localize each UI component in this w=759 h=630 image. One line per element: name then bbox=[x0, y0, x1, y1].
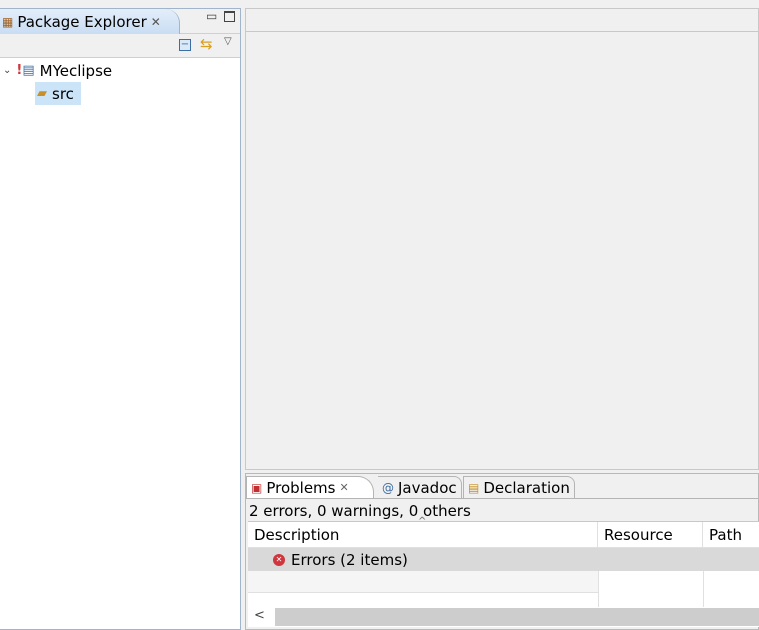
problems-table: Description ^ Resource Path ✕ Errors (2 i… bbox=[248, 516, 759, 608]
tab-problems[interactable]: ▣ Problems ✕ bbox=[246, 476, 374, 498]
scroll-left-icon[interactable]: < bbox=[254, 608, 265, 623]
tab-label: Javadoc bbox=[398, 478, 457, 497]
javadoc-at-icon: @ bbox=[382, 480, 394, 495]
problems-summary: 2 errors, 0 warnings, 0 others bbox=[249, 502, 471, 520]
editor-area bbox=[245, 8, 759, 470]
column-resource[interactable]: Resource bbox=[598, 522, 703, 547]
scrollbar-thumb[interactable] bbox=[275, 608, 759, 626]
view-tabbar: ▦ Package Explorer ✕ ▭ bbox=[0, 9, 240, 34]
column-description[interactable]: Description ^ bbox=[248, 516, 598, 547]
tab-javadoc[interactable]: @ Javadoc bbox=[378, 476, 462, 498]
tree-item-src[interactable]: ▰ src bbox=[35, 82, 81, 105]
editor-tabbar bbox=[246, 9, 758, 32]
tab-label: Package Explorer bbox=[17, 12, 147, 31]
tree-item-label: MYeclipse bbox=[39, 61, 113, 80]
sort-ascending-icon: ^ bbox=[418, 516, 427, 527]
declaration-icon: ▤ bbox=[468, 480, 480, 495]
table-header: Description ^ Resource Path bbox=[248, 516, 759, 548]
view-menu-chevron-down-icon[interactable]: ▽ bbox=[224, 36, 232, 47]
problems-view: ▣ Problems ✕ @ Javadoc ▤ Declaration 2 e… bbox=[245, 473, 759, 630]
link-with-editor-icon[interactable]: ⇆ bbox=[200, 35, 213, 53]
row-description: Errors (2 items) bbox=[291, 550, 408, 569]
tree-item-label: src bbox=[52, 84, 74, 103]
maximize-icon[interactable] bbox=[224, 11, 235, 22]
minimize-icon[interactable]: ▭ bbox=[206, 9, 217, 23]
tab-package-explorer[interactable]: ▦ Package Explorer ✕ bbox=[0, 9, 180, 34]
table-row[interactable]: ✕ Errors (2 items) bbox=[248, 548, 759, 571]
tab-label: Declaration bbox=[483, 478, 570, 497]
package-explorer-icon: ▦ bbox=[2, 14, 14, 29]
column-path[interactable]: Path bbox=[703, 522, 759, 547]
package-folder-icon: ▰ bbox=[37, 86, 47, 101]
view-toolbar: − ⇆ ▽ bbox=[0, 34, 240, 58]
error-icon: ✕ bbox=[273, 553, 285, 566]
close-icon[interactable]: ✕ bbox=[339, 481, 348, 494]
problems-icon: ▣ bbox=[251, 480, 263, 495]
project-error-icon: !▤ bbox=[16, 63, 35, 78]
tree-item-project[interactable]: ⌄ !▤ MYeclipse bbox=[0, 59, 240, 82]
close-icon[interactable]: ✕ bbox=[151, 15, 161, 29]
horizontal-scrollbar[interactable]: < bbox=[248, 607, 759, 627]
tab-declaration[interactable]: ▤ Declaration bbox=[463, 476, 575, 498]
package-explorer-view: ▦ Package Explorer ✕ ▭ − ⇆ ▽ ⌄ !▤ MYecli… bbox=[0, 8, 241, 630]
project-tree: ⌄ !▤ MYeclipse ▰ src bbox=[0, 59, 240, 105]
tab-label: Problems bbox=[266, 478, 336, 497]
expand-chevron-icon[interactable]: ⌄ bbox=[3, 65, 11, 76]
collapse-all-icon[interactable]: − bbox=[179, 39, 191, 51]
